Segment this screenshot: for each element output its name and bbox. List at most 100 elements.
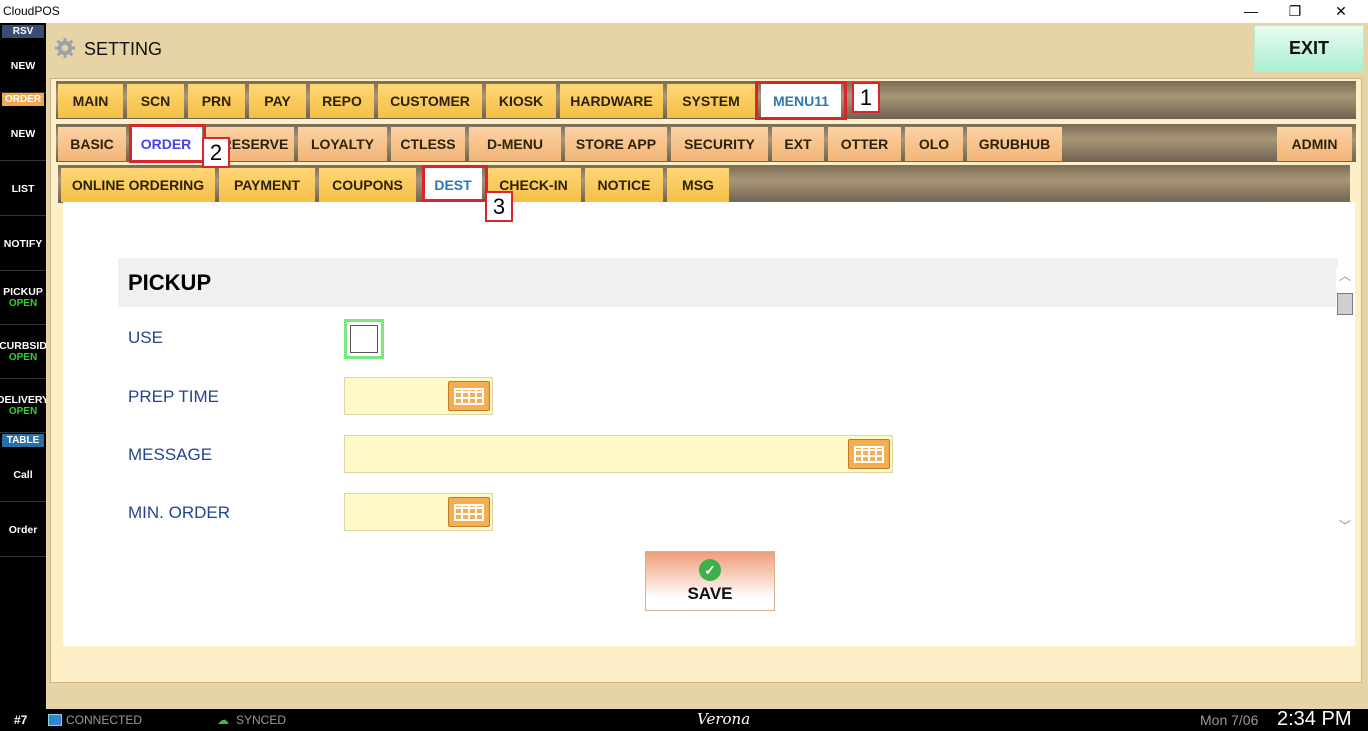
check-icon: ✓ [699, 559, 721, 581]
callout-number-3: 3 [485, 191, 513, 222]
tab-system[interactable]: SYSTEM [667, 84, 755, 118]
title-bar: CloudPOS — ❐ ✕ [0, 0, 1368, 23]
status-open: OPEN [8, 406, 38, 417]
tab-store-app[interactable]: STORE APP [565, 127, 667, 161]
tab-notice[interactable]: NOTICE [585, 168, 663, 202]
sidebar-item-label: DELIVERY [0, 394, 46, 406]
sidebar: RSV NEW ORDER NEW LIST NOTIFY PICKUP OPEN… [0, 23, 46, 709]
sidebar-item-label: NOTIFY [3, 237, 43, 250]
callout-number-1: 1 [852, 82, 880, 113]
sidebar-item-label: PICKUP [3, 286, 43, 298]
sidebar-item-delivery[interactable]: DELIVERYOPEN [0, 379, 46, 433]
close-button[interactable]: ✕ [1318, 0, 1364, 22]
sidebar-item-pickup[interactable]: PICKUP OPEN [0, 271, 46, 325]
keyboard-icon[interactable] [848, 439, 890, 469]
window-title: CloudPOS [3, 4, 60, 18]
tab-hardware[interactable]: HARDWARE [560, 84, 663, 118]
tab-pay[interactable]: PAY [249, 84, 306, 118]
rsv-tag: RSV [2, 25, 44, 38]
tab-ext[interactable]: EXT [772, 127, 824, 161]
scrollbar-thumb[interactable] [1337, 293, 1353, 315]
use-label: USE [128, 328, 163, 347]
tab-loyalty[interactable]: LOYALTY [298, 127, 387, 161]
content-area: PICKUP USE PREP TIME MESSAGE MIN. ORDER [63, 202, 1355, 646]
sidebar-item-label: LIST [11, 182, 35, 195]
sidebar-item-label: NEW [10, 59, 36, 72]
sidebar-item-order-new[interactable]: NEW [0, 107, 46, 161]
min-order-label: MIN. ORDER [128, 503, 230, 522]
tab-msg[interactable]: MSG [667, 168, 729, 202]
callout-number-2: 2 [202, 137, 230, 168]
prep-time-label: PREP TIME [128, 387, 220, 406]
status-time: 2:34 PM [1277, 708, 1352, 730]
settings-panel: MAIN SCN PRN PAY REPO CUSTOMER KIOSK HAR… [46, 75, 1368, 709]
settings-inner: MAIN SCN PRN PAY REPO CUSTOMER KIOSK HAR… [50, 78, 1362, 683]
sidebar-item-order[interactable]: Order [0, 503, 46, 557]
restore-button[interactable]: ❐ [1272, 0, 1318, 22]
exit-button[interactable]: EXIT [1254, 25, 1364, 72]
keyboard-icon[interactable] [448, 381, 490, 411]
status-bar: #7 CONNECTED ☁ SYNCED Verona Mon 7/06 2:… [0, 708, 1368, 731]
tab-main[interactable]: MAIN [58, 84, 123, 118]
tab-d-menu[interactable]: D-MENU [469, 127, 561, 161]
sync-status: SYNCED [236, 713, 287, 727]
main-tab-bar: MAIN SCN PRN PAY REPO CUSTOMER KIOSK HAR… [56, 81, 1356, 119]
prep-time-field[interactable] [344, 377, 493, 415]
min-order-field[interactable] [344, 493, 493, 531]
header: SETTING EXIT [46, 23, 1368, 75]
status-open: OPEN [8, 352, 38, 363]
sub-tab-bar: BASIC ORDER RESERVE LOYALTY CTLESS D-MEN… [56, 124, 1356, 162]
status-open: OPEN [8, 298, 38, 309]
monitor-icon [48, 714, 62, 726]
sidebar-item-label: NEW [10, 127, 36, 140]
store-name: Verona [697, 710, 751, 728]
minimize-button[interactable]: — [1228, 0, 1274, 22]
sidebar-item-rsv-new[interactable]: NEW [0, 39, 46, 93]
sidebar-item-curbside[interactable]: CURBSID OPEN [0, 325, 46, 379]
section-title: PICKUP [118, 258, 1338, 307]
sidebar-item-list[interactable]: LIST [0, 162, 46, 216]
tab-customer[interactable]: CUSTOMER [378, 84, 482, 118]
tab-ctless[interactable]: CTLESS [391, 127, 465, 161]
tab-olo[interactable]: OLO [905, 127, 963, 161]
callout-box-2 [129, 124, 206, 163]
cloud-icon: ☁ [217, 713, 229, 727]
order-tag: ORDER [2, 93, 44, 106]
keyboard-icon[interactable] [448, 497, 490, 527]
sidebar-item-label: CURBSID [0, 340, 46, 352]
chevron-up-icon[interactable]: ︿ [1338, 270, 1352, 282]
order-tab-bar: ONLINE ORDERING PAYMENT COUPONS DEST CHE… [58, 165, 1350, 203]
tab-otter[interactable]: OTTER [828, 127, 901, 161]
tab-basic[interactable]: BASIC [58, 127, 126, 161]
tab-scn[interactable]: SCN [127, 84, 184, 118]
sidebar-item-call[interactable]: Call [0, 448, 46, 502]
sidebar-item-label: Order [8, 523, 38, 536]
tab-payment[interactable]: PAYMENT [219, 168, 315, 202]
callout-box-3 [422, 165, 488, 202]
tab-coupons[interactable]: COUPONS [319, 168, 416, 202]
tab-admin[interactable]: ADMIN [1277, 127, 1352, 161]
tab-grubhub[interactable]: GRUBHUB [967, 127, 1062, 161]
connection-status: CONNECTED [66, 713, 143, 727]
tab-online-ordering[interactable]: ONLINE ORDERING [61, 168, 215, 202]
tab-repo[interactable]: REPO [310, 84, 374, 118]
table-tag: TABLE [2, 434, 44, 447]
terminal-number: #7 [14, 713, 28, 727]
chevron-down-icon[interactable]: ﹀ [1338, 520, 1352, 532]
app-window: CloudPOS — ❐ ✕ RSV NEW ORDER NEW LIST NO… [0, 0, 1368, 731]
use-checkbox[interactable] [344, 319, 384, 359]
scrollbar[interactable]: ︿ ﹀ [1336, 268, 1354, 542]
message-field[interactable] [344, 435, 893, 473]
sidebar-item-notify[interactable]: NOTIFY [0, 217, 46, 271]
message-label: MESSAGE [128, 445, 213, 464]
tab-security[interactable]: SECURITY [671, 127, 768, 161]
tab-prn[interactable]: PRN [188, 84, 245, 118]
save-label: SAVE [687, 584, 733, 603]
callout-box-1 [755, 81, 847, 120]
status-date: Mon 7/06 [1200, 712, 1259, 728]
gear-icon [54, 37, 76, 59]
tab-kiosk[interactable]: KIOSK [486, 84, 556, 118]
save-button[interactable]: ✓ SAVE [645, 551, 775, 611]
page-title: SETTING [84, 39, 163, 59]
sidebar-item-label: Call [13, 468, 33, 481]
